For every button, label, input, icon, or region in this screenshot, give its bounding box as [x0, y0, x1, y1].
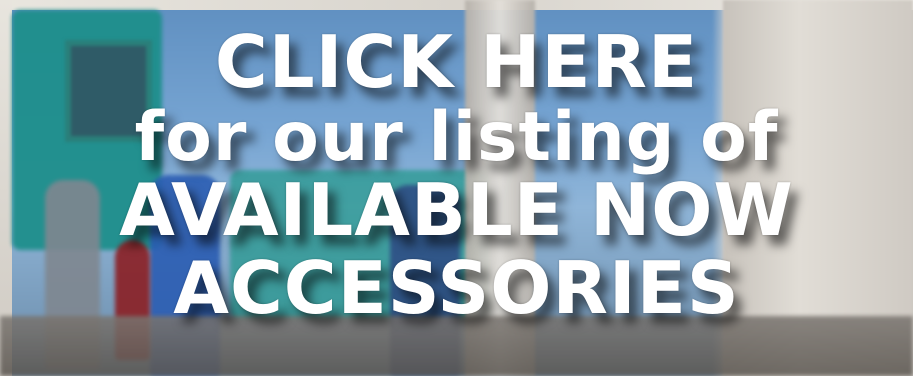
banner-headline: CLICK HERE for our listing of AVAILABLE … — [0, 0, 913, 376]
available-now-text: AVAILABLE NOW — [119, 168, 794, 252]
click-here-text: CLICK HERE — [214, 20, 699, 104]
available-now-accessories-banner-link[interactable]: CLICK HERE for our listing of AVAILABLE … — [0, 0, 913, 376]
listing-text: for our listing of — [134, 98, 779, 177]
accessories-text: ACCESSORIES — [173, 246, 740, 330]
